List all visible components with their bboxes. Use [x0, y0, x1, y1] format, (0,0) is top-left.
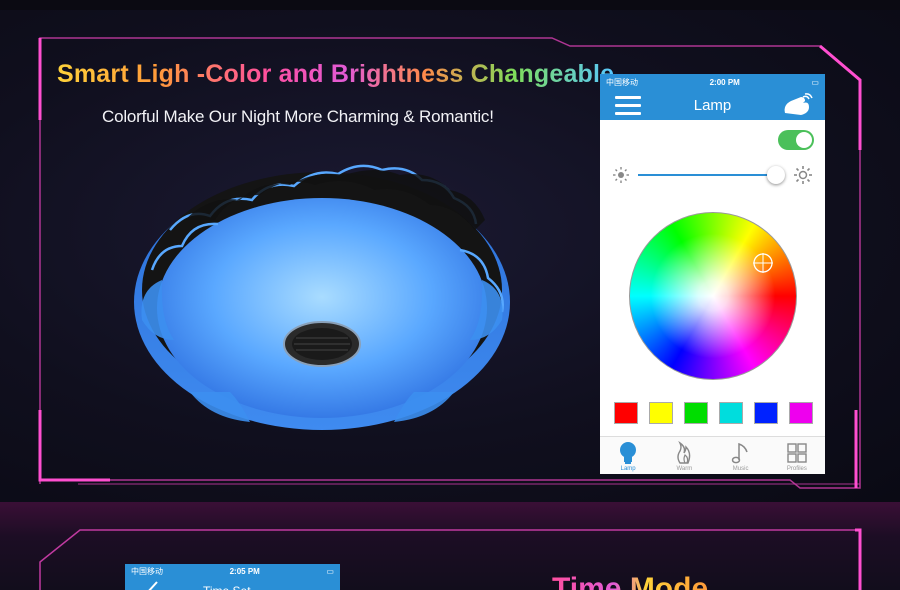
grid-icon — [787, 443, 807, 463]
tab-label: Lamp — [620, 466, 636, 472]
music-note-icon — [731, 442, 748, 464]
hand-wave-icon[interactable] — [779, 93, 813, 117]
back-arrow-icon[interactable] — [145, 581, 159, 590]
ceiling-lamp-image — [134, 164, 510, 430]
tab-label: Music — [732, 466, 749, 472]
phone-screen: 中国移动 2:00 PM ▭ Lamp Lamp Warm Music Prof… — [600, 74, 825, 474]
color-swatch[interactable] — [789, 402, 813, 424]
color-swatch[interactable] — [649, 402, 673, 424]
carrier-label: 中国移动 — [131, 566, 163, 576]
status-bar: 中国移动 2:05 PM ▭ — [125, 564, 340, 578]
status-time: 2:05 PM — [229, 566, 260, 576]
tab-lamp[interactable]: Lamp — [600, 437, 656, 474]
tab-profiles[interactable]: Profiles — [769, 437, 825, 474]
power-toggle[interactable] — [778, 130, 814, 150]
tab-warm[interactable]: Warm — [656, 437, 712, 474]
hero-title: Smart Ligh -Color and Brightness Changea… — [57, 60, 615, 88]
time-mode-title: Time Mode — [552, 572, 708, 590]
slider-knob[interactable] — [767, 166, 785, 184]
color-swatch[interactable] — [684, 402, 708, 424]
bulb-icon — [620, 442, 637, 464]
brightness-high-icon — [794, 166, 812, 184]
hero-subtitle: Colorful Make Our Night More Charming & … — [102, 107, 494, 126]
color-swatches — [614, 402, 813, 424]
status-time: 2:00 PM — [709, 77, 740, 87]
carrier-label: 中国移动 — [606, 77, 638, 87]
color-swatch[interactable] — [719, 402, 743, 424]
tab-label: Warm — [676, 466, 693, 472]
color-wheel[interactable] — [629, 212, 797, 380]
battery-icon: ▭ — [326, 566, 334, 576]
tab-label: Profiles — [786, 466, 807, 472]
slider-track — [638, 174, 776, 176]
color-picker-marker-icon[interactable] — [752, 252, 774, 274]
flame-icon — [677, 441, 691, 464]
brightness-low-icon — [613, 167, 629, 183]
bottom-tab-bar: Lamp Warm Music Profiles — [600, 436, 825, 474]
status-bar: 中国移动 2:00 PM ▭ — [600, 74, 825, 90]
app-title: Lamp — [693, 96, 732, 114]
color-swatch[interactable] — [754, 402, 778, 424]
menu-icon[interactable] — [615, 96, 641, 116]
battery-icon: ▭ — [811, 77, 819, 87]
brightness-slider[interactable] — [612, 166, 812, 184]
phone-screen-time: 中国移动 2:05 PM ▭ Time Set — [125, 564, 340, 590]
color-swatch[interactable] — [614, 402, 638, 424]
tab-music[interactable]: Music — [713, 437, 769, 474]
app-bar: Lamp — [600, 90, 825, 120]
time-mode-panel: 中国移动 2:05 PM ▭ Time Set Time Mode — [0, 502, 900, 590]
